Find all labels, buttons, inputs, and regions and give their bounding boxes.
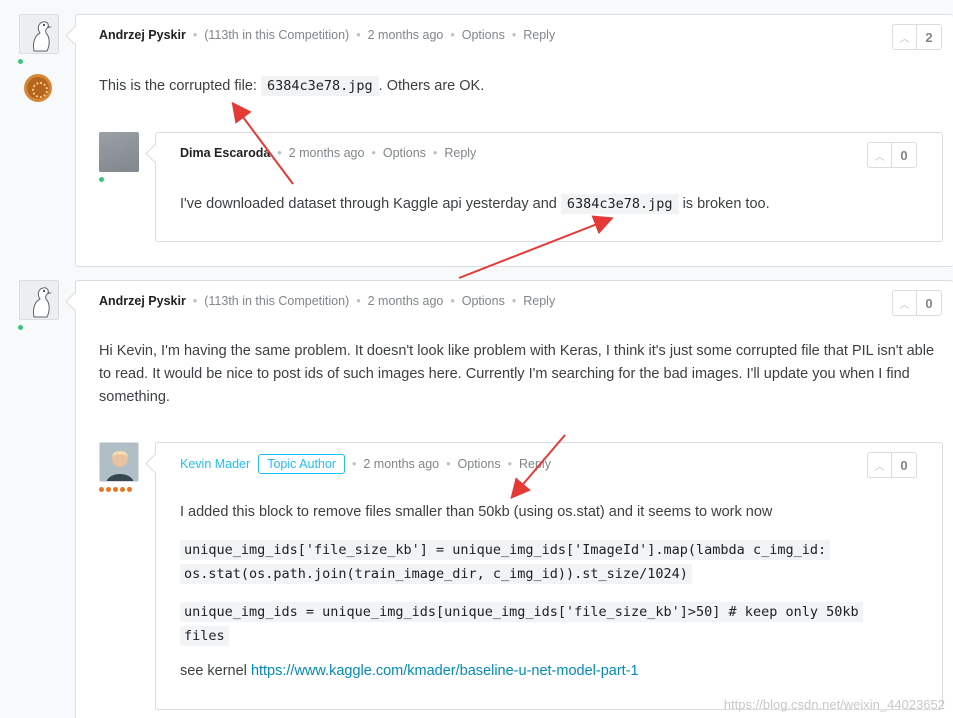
code-line: unique_img_ids['file_size_kb'] = unique_… [180,540,831,560]
person-avatar-icon [100,443,138,481]
meta-separator: • [450,28,455,42]
upvote-button[interactable]: ︿ [868,143,892,167]
reply-button[interactable]: Reply [519,457,551,471]
meta-separator: • [192,28,198,42]
comment-meta: Andrzej Pyskir • (113th in this Competit… [99,294,555,308]
meta-separator: • [192,294,198,308]
code-line: unique_img_ids = unique_img_ids[unique_i… [180,602,863,622]
author-name[interactable]: Dima Escaroda [180,146,270,160]
options-button[interactable]: Options [458,457,501,471]
avatar[interactable] [19,14,59,54]
tier-indicator [99,487,132,492]
kernel-reference: see kernel https://www.kaggle.com/kmader… [180,660,639,683]
inline-code: 6384c3e78.jpg [261,76,379,96]
comment-body: This is the corrupted file: 6384c3e78.jp… [99,75,484,98]
comment-time: 2 months ago [367,28,444,42]
meta-separator: • [277,146,282,160]
meta-separator: • [432,146,438,160]
upvote-button[interactable]: ︿ [893,291,917,315]
comment-time: 2 months ago [363,457,440,471]
comment-time: 2 months ago [288,146,365,160]
meta-separator: • [356,294,361,308]
medal-icon [24,74,52,102]
topic-author-badge: Topic Author [258,454,345,474]
online-indicator [18,325,23,330]
vote-count: 0 [925,295,933,311]
vote-count: 0 [900,147,908,163]
comment-meta: Kevin Mader Topic Author • 2 months ago … [180,454,551,474]
reply-button[interactable]: Reply [444,146,476,160]
kernel-prefix: see kernel [180,663,247,679]
vote-count: 0 [900,457,908,473]
comment-body: Hi Kevin, I'm having the same problem. I… [99,343,935,405]
avatar[interactable] [19,280,59,320]
author-rank: (113th in this Competition) [204,28,350,42]
author-rank: (113th in this Competition) [204,294,350,308]
author-name[interactable]: Kevin Mader [180,457,250,471]
code-line: files [180,626,229,646]
meta-separator: • [351,457,357,471]
meta-separator: • [356,28,361,42]
discussion-thread: Andrzej Pyskir • (113th in this Competit… [0,0,953,718]
comment-time: 2 months ago [367,294,444,308]
vote-widget: ︿ 2 [892,24,942,50]
meta-separator: • [450,294,455,308]
comment-text: I've downloaded dataset through Kaggle a… [180,196,557,212]
code-line: os.stat(os.path.join(train_image_dir, c_… [180,564,692,584]
author-name[interactable]: Andrzej Pyskir [99,294,186,308]
online-indicator [18,59,23,64]
options-button[interactable]: Options [383,146,426,160]
meta-separator: • [511,294,517,308]
upvote-button[interactable]: ︿ [893,25,917,49]
code-block: unique_img_ids = unique_img_ids[unique_i… [180,600,863,648]
comment-body: I added this block to remove files small… [180,504,773,520]
upvote-button[interactable]: ︿ [868,453,892,477]
goose-avatar-icon [33,21,52,52]
vote-widget: ︿ 0 [867,452,917,478]
options-button[interactable]: Options [462,294,505,308]
reply-button[interactable]: Reply [523,28,555,42]
comment-body: I've downloaded dataset through Kaggle a… [180,193,770,216]
watermark: https://blog.csdn.net/weixin_44023652 [723,697,945,712]
meta-separator: • [371,146,376,160]
comment-meta: Andrzej Pyskir • (113th in this Competit… [99,28,555,42]
author-name[interactable]: Andrzej Pyskir [99,28,186,42]
vote-widget: ︿ 0 [892,290,942,316]
reply-button[interactable]: Reply [523,294,555,308]
options-button[interactable]: Options [462,28,505,42]
comment-text: This is the corrupted file: [99,78,257,94]
inline-code: 6384c3e78.jpg [560,194,679,214]
meta-separator: • [446,457,451,471]
kernel-link[interactable]: https://www.kaggle.com/kmader/baseline-u… [251,663,639,679]
comment-text: is broken too. [682,196,770,212]
avatar[interactable] [99,442,139,482]
comment-meta: Dima Escaroda • 2 months ago • Options •… [180,146,476,160]
online-indicator [99,177,104,182]
vote-count: 2 [925,29,933,45]
meta-separator: • [511,28,517,42]
code-block: unique_img_ids['file_size_kb'] = unique_… [180,538,831,586]
vote-widget: ︿ 0 [867,142,917,168]
comment-text: . Others are OK. [378,78,485,94]
meta-separator: • [507,457,512,471]
avatar[interactable] [99,132,139,172]
goose-avatar-icon [33,287,52,318]
